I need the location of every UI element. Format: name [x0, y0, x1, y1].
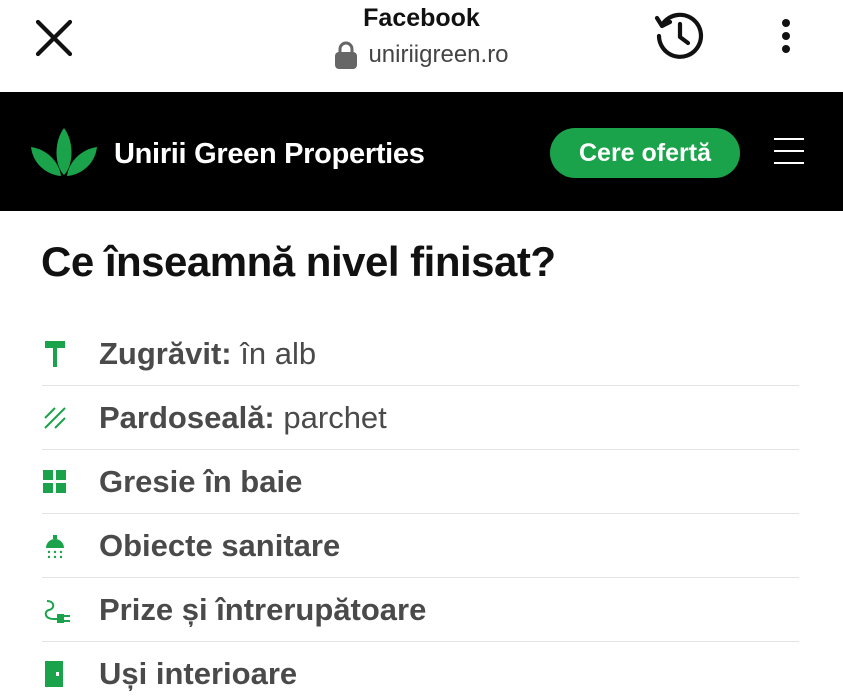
list-item: Obiecte sanitare — [42, 514, 799, 578]
floor-hatch-icon — [44, 406, 66, 429]
feature-value: în alb — [240, 335, 317, 371]
page-heading: Ce înseamnă nivel finisat? — [41, 238, 556, 285]
menu-line — [774, 162, 804, 164]
feature-list: Zugrăvit: în alb Pardoseală: parchet Gre… — [42, 322, 799, 700]
tiles-icon — [43, 469, 66, 493]
brand-name[interactable]: Unirii Green Properties — [114, 138, 425, 171]
browser-title-box: Facebook uniriigreen.ro — [0, 4, 843, 75]
feature-label: Prize și întrerupătoare — [99, 591, 427, 627]
more-vertical-icon[interactable] — [774, 18, 798, 54]
list-item: Pardoseală: parchet — [42, 386, 799, 450]
menu-line — [774, 138, 804, 140]
feature-label: Gresie în baie — [99, 463, 303, 499]
shower-icon — [46, 534, 64, 558]
browser-title: Facebook — [363, 4, 480, 32]
plug-icon — [44, 599, 70, 623]
feature-label: Obiecte sanitare — [99, 527, 341, 563]
request-offer-button[interactable]: Cere ofertă — [550, 128, 740, 178]
browser-toolbar: Facebook uniriigreen.ro — [0, 0, 843, 92]
leaf-logo-icon[interactable] — [30, 127, 98, 177]
paint-roller-icon — [45, 340, 65, 367]
list-item: Prize și întrerupătoare — [42, 578, 799, 642]
url-text: uniriigreen.ro — [368, 41, 509, 68]
feature-label: Zugrăvit: — [99, 335, 232, 371]
history-icon[interactable] — [654, 10, 706, 62]
site-header: Unirii Green Properties Cere ofertă — [0, 92, 843, 211]
menu-line — [774, 150, 804, 152]
feature-value: parchet — [283, 399, 387, 435]
lock-icon — [335, 41, 358, 69]
feature-label: Uși interioare — [99, 656, 298, 691]
list-item: Gresie în baie — [42, 450, 799, 514]
door-icon — [45, 661, 63, 687]
hamburger-menu-icon[interactable] — [774, 138, 804, 166]
url-bar[interactable]: uniriigreen.ro — [334, 40, 509, 70]
list-item: Uși interioare — [42, 642, 799, 700]
feature-label: Pardoseală: — [99, 399, 275, 435]
list-item: Zugrăvit: în alb — [42, 322, 799, 386]
